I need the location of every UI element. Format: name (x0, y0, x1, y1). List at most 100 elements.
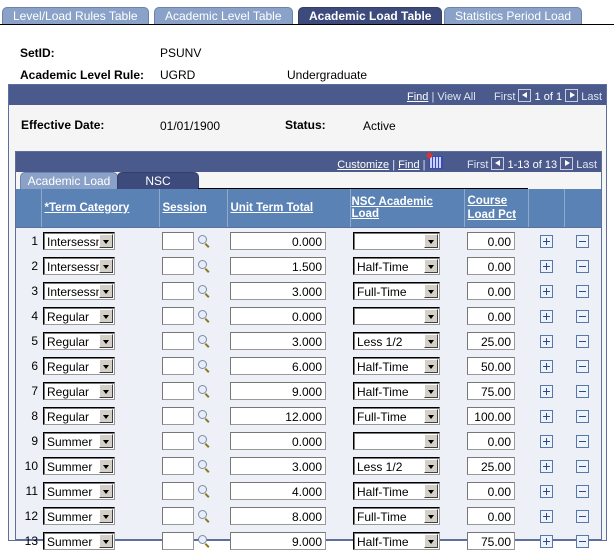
tab-academic-load-table[interactable]: Academic Load Table (298, 7, 443, 25)
session-header[interactable]: Session (159, 189, 228, 228)
previous-arrow-icon[interactable] (491, 157, 505, 170)
dropdown-arrow-icon[interactable] (99, 483, 113, 498)
lookup-magnifier-icon[interactable] (197, 309, 211, 323)
course-load-pct-input[interactable]: 25.00 (467, 456, 515, 475)
term-category-dropdown[interactable]: Summer (43, 431, 115, 450)
add-row-plus-icon[interactable] (539, 409, 553, 423)
dropdown-arrow-icon[interactable] (99, 258, 113, 273)
lookup-magnifier-icon[interactable] (197, 384, 211, 398)
delete-row-minus-icon[interactable] (576, 509, 589, 523)
delete-row-minus-icon[interactable] (576, 459, 589, 473)
dropdown-arrow-icon[interactable] (99, 333, 113, 348)
dropdown-arrow-icon[interactable] (424, 383, 438, 398)
tab-level-load-rules-table[interactable]: Level/Load Rules Table (2, 7, 149, 25)
lookup-magnifier-icon[interactable] (197, 459, 211, 473)
delete-row-minus-icon[interactable] (576, 259, 589, 273)
session-input[interactable] (162, 281, 194, 300)
session-input[interactable] (162, 456, 194, 475)
unit-term-total-input[interactable]: 9.000 (230, 531, 326, 550)
term-category-dropdown[interactable]: Intersessn (43, 231, 115, 250)
course-load-pct-input[interactable]: 50.00 (467, 356, 515, 375)
nsc-academic-load-dropdown[interactable] (353, 431, 440, 450)
dropdown-arrow-icon[interactable] (424, 533, 438, 548)
lookup-magnifier-icon[interactable] (197, 334, 211, 348)
nsc-academic-load-dropdown[interactable]: Less 1/2 (353, 331, 440, 350)
unit-term-total-input[interactable]: 4.000 (230, 481, 326, 500)
lookup-magnifier-icon[interactable] (197, 434, 211, 448)
delete-row-minus-icon[interactable] (576, 234, 589, 248)
nsc-academic-load-dropdown[interactable] (353, 306, 440, 325)
find-link[interactable]: Find (407, 91, 428, 103)
add-row-plus-icon[interactable] (539, 284, 553, 298)
term-category-dropdown[interactable]: Summer (43, 456, 115, 475)
delete-row-minus-icon[interactable] (576, 309, 589, 323)
term-category-dropdown[interactable]: Regular (43, 406, 115, 425)
nsc-academic-load-dropdown[interactable]: Half-Time (353, 531, 440, 550)
session-input[interactable] (162, 406, 194, 425)
lookup-magnifier-icon[interactable] (197, 484, 211, 498)
unit-term-total-input[interactable]: 8.000 (230, 506, 326, 525)
delete-row-minus-icon[interactable] (576, 334, 589, 348)
dropdown-arrow-icon[interactable] (424, 233, 438, 248)
session-input[interactable] (162, 381, 194, 400)
dropdown-arrow-icon[interactable] (99, 458, 113, 473)
course-load-pct-input[interactable]: 0.00 (467, 431, 515, 450)
delete-row-minus-icon[interactable] (576, 484, 589, 498)
dropdown-arrow-icon[interactable] (424, 408, 438, 423)
add-row-plus-icon[interactable] (539, 334, 553, 348)
nsc-academic-load-dropdown[interactable]: Full-Time (353, 506, 440, 525)
course-load-pct-input[interactable]: 25.00 (467, 331, 515, 350)
dropdown-arrow-icon[interactable] (424, 458, 438, 473)
customize-link[interactable]: Customize (337, 159, 389, 171)
term-category-dropdown[interactable]: Summer (43, 531, 115, 550)
tab-statistics-period-load[interactable]: Statistics Period Load (444, 7, 583, 25)
find-link[interactable]: Find (398, 159, 419, 171)
course-load-pct-input[interactable]: 75.00 (467, 531, 515, 550)
dropdown-arrow-icon[interactable] (99, 533, 113, 548)
lookup-magnifier-icon[interactable] (197, 509, 211, 523)
dropdown-arrow-icon[interactable] (99, 433, 113, 448)
dropdown-arrow-icon[interactable] (424, 308, 438, 323)
lookup-magnifier-icon[interactable] (197, 259, 211, 273)
dropdown-arrow-icon[interactable] (424, 283, 438, 298)
term-category-dropdown[interactable]: Intersessn (43, 256, 115, 275)
dropdown-arrow-icon[interactable] (424, 433, 438, 448)
tab-academic-level-table[interactable]: Academic Level Table (154, 7, 293, 25)
nsc-academic-load-dropdown[interactable] (353, 231, 440, 250)
dropdown-arrow-icon[interactable] (424, 508, 438, 523)
next-arrow-icon[interactable] (565, 89, 579, 102)
add-row-plus-icon[interactable] (539, 484, 553, 498)
add-row-plus-icon[interactable] (539, 259, 553, 273)
nsc-academic-load-header[interactable]: NSC Academic Load (350, 189, 465, 228)
delete-row-minus-icon[interactable] (576, 534, 589, 548)
add-row-plus-icon[interactable] (539, 509, 553, 523)
session-input[interactable] (162, 356, 194, 375)
term-category-dropdown[interactable]: Regular (43, 381, 115, 400)
add-row-plus-icon[interactable] (539, 384, 553, 398)
next-arrow-icon[interactable] (560, 157, 574, 170)
dropdown-arrow-icon[interactable] (99, 233, 113, 248)
session-input[interactable] (162, 506, 194, 525)
add-row-plus-icon[interactable] (539, 234, 553, 248)
session-input[interactable] (162, 306, 194, 325)
term-category-header[interactable]: *Term Category (41, 189, 160, 228)
delete-row-minus-icon[interactable] (576, 284, 589, 298)
delete-row-minus-icon[interactable] (576, 409, 589, 423)
lookup-magnifier-icon[interactable] (197, 359, 211, 373)
session-input[interactable] (162, 256, 194, 275)
nsc-academic-load-dropdown[interactable]: Half-Time (353, 481, 440, 500)
delete-row-minus-icon[interactable] (576, 359, 589, 373)
dropdown-arrow-icon[interactable] (424, 333, 438, 348)
unit-term-total-header[interactable]: Unit Term Total (227, 189, 351, 228)
unit-term-total-input[interactable]: 6.000 (230, 356, 326, 375)
course-load-pct-input[interactable]: 0.00 (467, 481, 515, 500)
course-load-pct-input[interactable]: 0.00 (467, 281, 515, 300)
previous-arrow-icon[interactable] (518, 89, 532, 102)
term-category-dropdown[interactable]: Regular (43, 306, 115, 325)
session-input[interactable] (162, 481, 194, 500)
download-to-excel-icon[interactable] (428, 156, 443, 169)
unit-term-total-input[interactable]: 3.000 (230, 281, 326, 300)
lookup-magnifier-icon[interactable] (197, 284, 211, 298)
add-row-plus-icon[interactable] (539, 534, 553, 548)
add-row-plus-icon[interactable] (539, 459, 553, 473)
